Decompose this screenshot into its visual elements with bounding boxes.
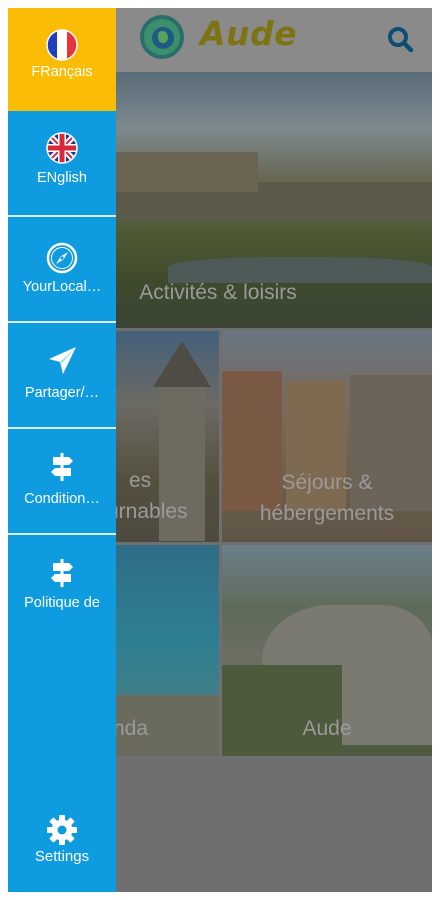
app-title: Aude	[200, 14, 298, 53]
tile-label-line-1: Séjours &	[281, 471, 373, 494]
search-icon[interactable]	[387, 26, 413, 52]
settings-label: Settings	[34, 848, 90, 865]
tile-label-line-1: es	[129, 469, 152, 492]
tile-plages[interactable]: nda	[113, 545, 219, 756]
signpost-icon	[51, 559, 73, 587]
menu-item-conditions[interactable]: Condition…	[8, 429, 116, 535]
menu-item-label: Partager/…	[24, 385, 100, 401]
gear-icon	[47, 815, 77, 845]
uk-flag-icon	[46, 132, 78, 164]
signpost-icon	[51, 453, 73, 481]
menu-item-partager[interactable]: Partager/…	[8, 323, 116, 429]
menu-item-politique[interactable]: Politique de	[8, 535, 116, 641]
tile-label-line-2: urnables	[113, 500, 188, 523]
menu-item-label: YourLocal…	[22, 279, 102, 295]
tile-label: Aude	[302, 717, 352, 740]
tile-label: nda	[113, 717, 149, 740]
menu-item-label: ENglish	[37, 170, 87, 186]
france-flag-icon	[46, 29, 78, 61]
menu-item-francais[interactable]: FRançais	[8, 8, 116, 111]
tile-sejours-hebergements[interactable]: Séjours & hébergements	[222, 331, 432, 542]
tile-label: Activités & loisirs	[139, 281, 297, 304]
settings-button[interactable]: Settings	[8, 808, 116, 892]
menu-item-label: Condition…	[24, 491, 100, 507]
menu-item-label: Politique de	[24, 595, 100, 611]
menu-item-label: FRançais	[31, 64, 93, 80]
compass-icon	[46, 242, 78, 274]
tile-aude[interactable]: Aude	[222, 545, 432, 756]
menu-item-yourlocal[interactable]: YourLocal…	[8, 217, 116, 323]
menu-item-english[interactable]: ENglish	[8, 111, 116, 217]
tile-incontournables[interactable]: es urnables	[113, 331, 219, 542]
globe-logo-icon	[140, 15, 184, 59]
navigation-drawer: FRançais ENglish YourLocal… Partager/… C…	[8, 8, 116, 892]
tile-label-line-2: hébergements	[259, 502, 395, 525]
send-icon	[49, 347, 76, 374]
